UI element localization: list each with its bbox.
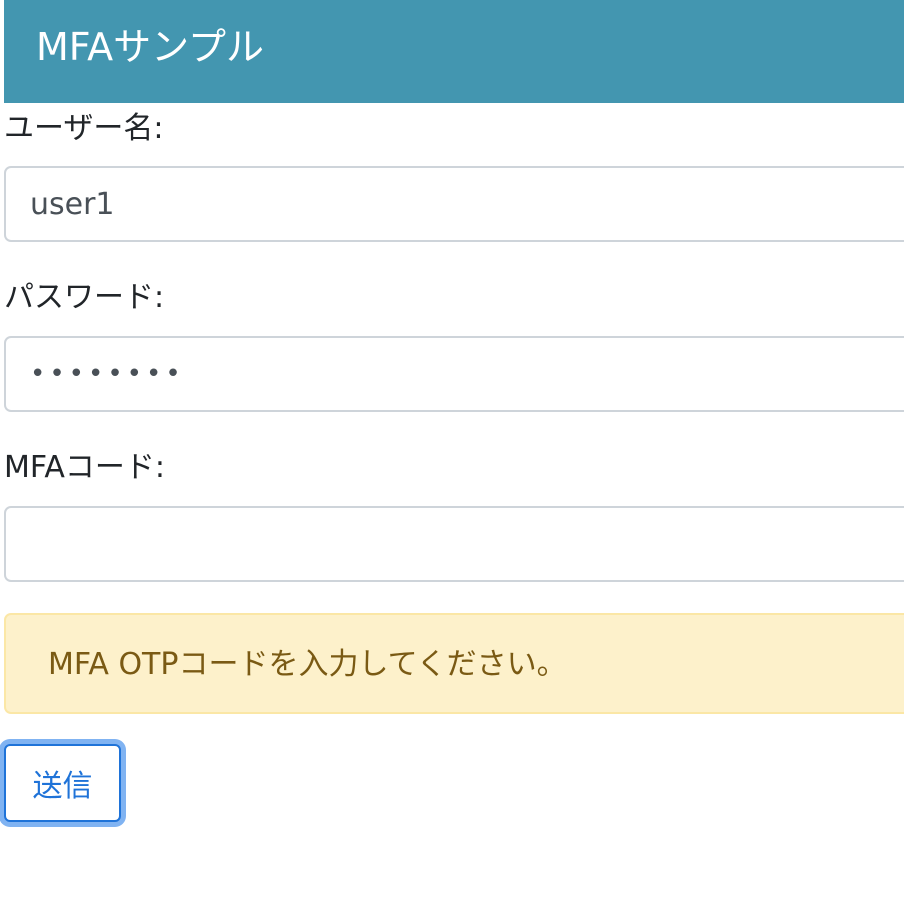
username-label: ユーザー名: [4, 111, 164, 146]
mfa-code-label: MFAコード: [4, 450, 166, 485]
password-label: パスワード: [4, 280, 165, 315]
password-input[interactable] [4, 336, 904, 412]
mfa-alert: MFA OTPコードを入力してください。 [4, 613, 904, 714]
mfa-code-input[interactable] [4, 506, 904, 582]
app-header: MFAサンプル [4, 0, 904, 103]
submit-button[interactable]: 送信 [4, 744, 121, 822]
page-title: MFAサンプル [36, 25, 265, 69]
username-input[interactable] [4, 166, 904, 242]
alert-message: MFA OTPコードを入力してください。 [48, 647, 567, 682]
page: MFAサンプル ユーザー名: パスワード: MFAコード: MFA OTPコード… [0, 0, 904, 918]
